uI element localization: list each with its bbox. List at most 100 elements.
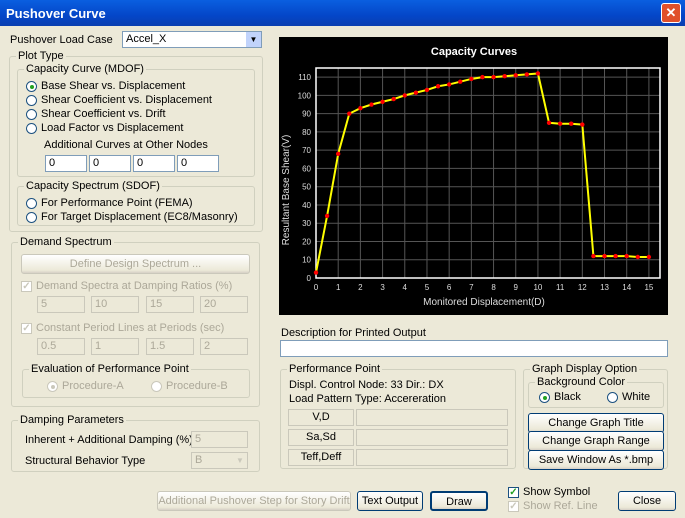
data-point bbox=[635, 254, 641, 260]
damping-ratios-checkbox[interactable]: ✓ Demand Spectra at Damping Ratios (%) bbox=[21, 280, 232, 292]
x-tick-label: 15 bbox=[644, 283, 653, 292]
data-point bbox=[369, 102, 374, 107]
radio-procedure-a[interactable]: Procedure-A bbox=[47, 380, 124, 392]
y-tick-label: 50 bbox=[302, 183, 311, 192]
radio-icon bbox=[26, 211, 37, 223]
chart-title: Capacity Curves bbox=[431, 46, 517, 58]
radio-white[interactable]: White bbox=[607, 391, 650, 403]
damping-ratio-input-2[interactable]: 10 bbox=[91, 296, 139, 313]
option-label: Base Shear vs. Displacement bbox=[41, 80, 186, 92]
radio-target-displacement[interactable]: For Target Displacement (EC8/Masonry) bbox=[26, 211, 238, 223]
x-tick-label: 11 bbox=[556, 283, 565, 292]
data-point bbox=[380, 99, 385, 104]
period-input-1[interactable]: 0.5 bbox=[37, 338, 85, 355]
graph-display-group: Graph Display Option Background Color Bl… bbox=[523, 363, 668, 470]
damping-ratio-input-4[interactable]: 20 bbox=[200, 296, 248, 313]
x-tick-label: 8 bbox=[491, 283, 496, 292]
data-point bbox=[613, 253, 618, 259]
damping-ratio-input-3[interactable]: 15 bbox=[146, 296, 194, 313]
behavior-type-select[interactable]: B ▼ bbox=[191, 452, 248, 469]
description-input[interactable] bbox=[280, 340, 668, 357]
close-button[interactable]: Close bbox=[618, 491, 676, 511]
data-point bbox=[569, 121, 574, 126]
y-tick-label: 20 bbox=[302, 237, 311, 246]
data-point bbox=[402, 93, 407, 98]
checkbox-icon: ✓ bbox=[21, 322, 32, 334]
option-label: For Performance Point (FEMA) bbox=[41, 197, 193, 209]
text-output-button[interactable]: Text Output bbox=[357, 491, 423, 511]
radio-icon bbox=[26, 108, 37, 120]
define-design-spectrum-button[interactable]: Define Design Spectrum ... bbox=[21, 254, 250, 274]
y-tick-label: 100 bbox=[298, 91, 312, 100]
option-label: Load Factor vs Displacement bbox=[41, 122, 184, 134]
description-label: Description for Printed Output bbox=[281, 327, 426, 339]
x-tick-label: 14 bbox=[622, 283, 631, 292]
radio-icon bbox=[47, 380, 58, 392]
demand-label: Demand Spectrum bbox=[18, 236, 114, 248]
sasd-value bbox=[356, 429, 508, 446]
additional-curve-input-2[interactable]: 0 bbox=[89, 155, 131, 172]
close-window-button[interactable]: ✕ bbox=[661, 3, 681, 23]
checkbox-label: Constant Period Lines at Periods (sec) bbox=[36, 322, 225, 334]
y-tick-label: 60 bbox=[302, 164, 311, 173]
period-input-3[interactable]: 1.5 bbox=[146, 338, 194, 355]
load-case-select[interactable]: Accel_X ▼ bbox=[122, 31, 262, 48]
behavior-type-value: B bbox=[195, 454, 203, 466]
x-tick-label: 6 bbox=[447, 283, 452, 292]
x-tick-label: 10 bbox=[533, 283, 542, 292]
radio-procedure-b[interactable]: Procedure-B bbox=[151, 380, 228, 392]
control-node-text: Displ. Control Node: 33 Dir.: DX bbox=[289, 379, 444, 391]
radio-load-factor[interactable]: Load Factor vs Displacement bbox=[26, 122, 183, 134]
y-tick-label: 40 bbox=[302, 201, 311, 210]
save-window-bmp-button[interactable]: Save Window As *.bmp bbox=[528, 450, 664, 470]
load-pattern-text: Load Pattern Type: Accereration bbox=[289, 393, 446, 405]
performance-label: Performance Point bbox=[287, 363, 383, 375]
checkbox-label: Show Symbol bbox=[523, 486, 591, 498]
vd-label: V,D bbox=[288, 409, 354, 426]
draw-button[interactable]: Draw bbox=[430, 491, 488, 511]
additional-pushover-step-button[interactable]: Additional Pushover Step for Story Drift bbox=[157, 491, 351, 511]
sdof-label: Capacity Spectrum (SDOF) bbox=[24, 180, 162, 192]
change-graph-range-button[interactable]: Change Graph Range bbox=[528, 431, 664, 451]
data-point bbox=[413, 90, 419, 95]
radio-performance-point[interactable]: For Performance Point (FEMA) bbox=[26, 197, 193, 209]
plot-type-label: Plot Type bbox=[16, 50, 66, 62]
change-graph-title-button[interactable]: Change Graph Title bbox=[528, 413, 664, 433]
period-input-4[interactable]: 2 bbox=[200, 338, 248, 355]
additional-curve-input-3[interactable]: 0 bbox=[133, 155, 175, 172]
window-title: Pushover Curve bbox=[6, 6, 106, 21]
data-point bbox=[580, 122, 585, 127]
chevron-down-icon[interactable]: ▼ bbox=[246, 32, 261, 47]
option-label: Shear Coefficient vs. Drift bbox=[41, 108, 166, 120]
radio-base-shear[interactable]: Base Shear vs. Displacement bbox=[26, 80, 185, 92]
additional-curve-input-1[interactable]: 0 bbox=[45, 155, 87, 172]
performance-point-group: Performance Point Displ. Control Node: 3… bbox=[280, 363, 516, 469]
inherent-damping-input[interactable]: 5 bbox=[191, 431, 248, 448]
data-point bbox=[591, 253, 596, 259]
checkbox-icon: ✓ bbox=[21, 280, 32, 292]
data-point bbox=[624, 253, 629, 259]
show-symbol-checkbox[interactable]: ✓ Show Symbol bbox=[508, 486, 590, 498]
option-label: For Target Displacement (EC8/Masonry) bbox=[41, 211, 238, 223]
radio-shear-coef-disp[interactable]: Shear Coefficient vs. Displacement bbox=[26, 94, 212, 106]
title-bar: Pushover Curve bbox=[0, 0, 685, 26]
data-point bbox=[458, 79, 463, 84]
period-lines-checkbox[interactable]: ✓ Constant Period Lines at Periods (sec) bbox=[21, 322, 224, 334]
show-ref-line-checkbox[interactable]: ✓ Show Ref. Line bbox=[508, 500, 598, 512]
data-point bbox=[535, 71, 541, 76]
radio-shear-coef-drift[interactable]: Shear Coefficient vs. Drift bbox=[26, 108, 166, 120]
x-tick-label: 12 bbox=[578, 283, 587, 292]
period-input-2[interactable]: 1 bbox=[91, 338, 139, 355]
y-tick-label: 70 bbox=[302, 146, 311, 155]
additional-curve-input-4[interactable]: 0 bbox=[177, 155, 219, 172]
teff-label: Teff,Deff bbox=[288, 449, 354, 466]
chevron-down-icon[interactable]: ▼ bbox=[233, 453, 247, 468]
radio-black[interactable]: Black bbox=[539, 391, 581, 403]
damping-ratio-input-1[interactable]: 5 bbox=[37, 296, 85, 313]
option-label: Black bbox=[554, 391, 581, 403]
radio-icon bbox=[607, 391, 618, 403]
damping-parameters-group: Damping Parameters Inherent + Additional… bbox=[11, 414, 260, 472]
radio-icon bbox=[26, 80, 37, 92]
data-point bbox=[446, 82, 452, 87]
y-axis-label: Resultant Base Shear(V) bbox=[281, 135, 292, 246]
